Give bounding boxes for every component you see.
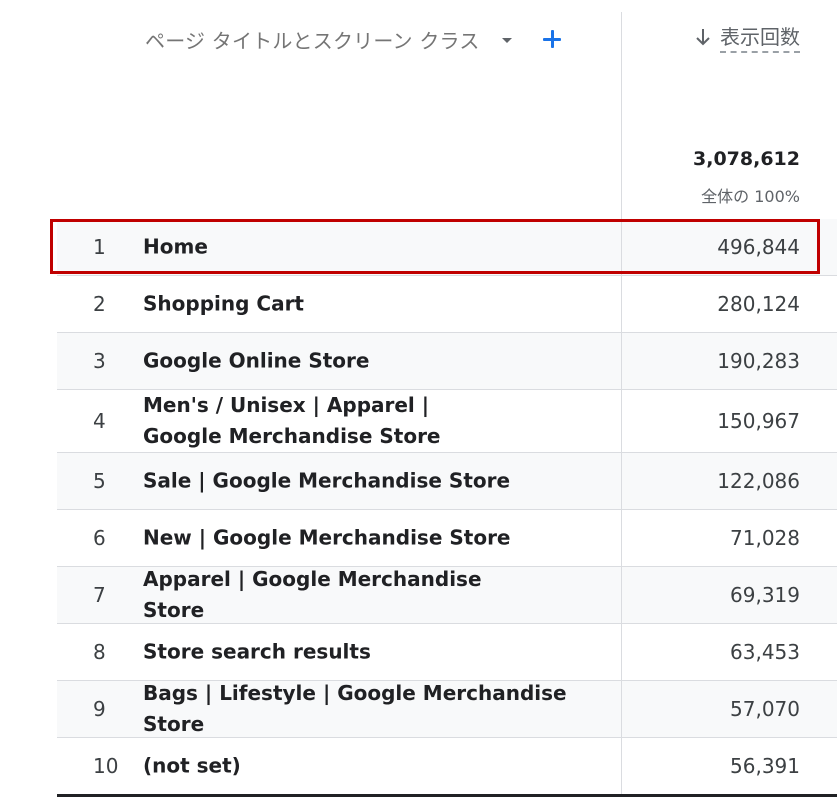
row-rank: 10 (93, 754, 119, 778)
table-header: ページ タイトルとスクリーン クラス 表示回数 3,078,612 全体の 10… (57, 0, 837, 219)
row-page-title[interactable]: (not set) (143, 751, 543, 782)
row-rank: 8 (93, 640, 106, 664)
row-page-title[interactable]: Shopping Cart (143, 289, 543, 320)
row-rank: 9 (93, 697, 106, 721)
row-page-title[interactable]: Store search results (143, 637, 543, 668)
row-views: 57,070 (730, 697, 800, 721)
total-percent: 全体の 100% (701, 187, 800, 206)
row-views: 122,086 (717, 469, 800, 493)
table-row[interactable]: 2 Shopping Cart 280,124 (57, 276, 837, 333)
table-bottom-border (57, 794, 837, 797)
column-divider (621, 12, 622, 797)
row-views: 190,283 (717, 349, 800, 373)
row-rank: 4 (93, 409, 106, 433)
table-body: 1 Home 496,844 2 Shopping Cart 280,124 3… (57, 219, 837, 794)
arrow-down-icon[interactable] (694, 27, 712, 47)
table-row[interactable]: 3 Google Online Store 190,283 (57, 333, 837, 390)
row-page-title[interactable]: New | Google Merchandise Store (143, 523, 543, 554)
dimension-header[interactable]: ページ タイトルとスクリーン クラス (145, 24, 562, 54)
table-row[interactable]: 1 Home 496,844 (57, 219, 837, 276)
row-views: 56,391 (730, 754, 800, 778)
row-views: 63,453 (730, 640, 800, 664)
metric-header-label[interactable]: 表示回数 (720, 21, 800, 53)
table-row[interactable]: 7 Apparel | Google Merchandise Store 69,… (57, 567, 837, 624)
table-row[interactable]: 5 Sale | Google Merchandise Store 122,08… (57, 453, 837, 510)
table-row[interactable]: 10 (not set) 56,391 (57, 738, 837, 794)
row-views: 71,028 (730, 526, 800, 550)
table-row[interactable]: 6 New | Google Merchandise Store 71,028 (57, 510, 837, 567)
row-page-title[interactable]: Home (143, 232, 543, 263)
plus-icon[interactable] (542, 29, 562, 49)
row-page-title[interactable]: Sale | Google Merchandise Store (143, 466, 543, 497)
table-row[interactable]: 4 Men's / Unisex | Apparel | Google Merc… (57, 390, 837, 453)
row-rank: 3 (93, 349, 106, 373)
row-views: 69,319 (730, 583, 800, 607)
dimension-header-label[interactable]: ページ タイトルとスクリーン クラス (145, 25, 480, 54)
row-rank: 6 (93, 526, 106, 550)
total-value: 3,078,612 (693, 148, 800, 170)
row-rank: 2 (93, 292, 106, 316)
row-page-title[interactable]: Apparel | Google Merchandise Store (143, 564, 543, 626)
row-views: 280,124 (717, 292, 800, 316)
table-row[interactable]: 8 Store search results 63,453 (57, 624, 837, 681)
report-table: ページ タイトルとスクリーン クラス 表示回数 3,078,612 全体の 10… (57, 0, 837, 804)
row-views: 150,967 (717, 409, 800, 433)
caret-down-icon[interactable] (501, 38, 512, 43)
row-rank: 7 (93, 583, 106, 607)
row-page-title[interactable]: Bags | Lifestyle | Google Merchandise St… (143, 678, 603, 740)
metric-header[interactable]: 表示回数 (694, 21, 800, 53)
row-rank: 5 (93, 469, 106, 493)
table-row[interactable]: 9 Bags | Lifestyle | Google Merchandise … (57, 681, 837, 738)
row-page-title[interactable]: Men's / Unisex | Apparel | Google Mercha… (143, 390, 503, 452)
row-rank: 1 (93, 235, 106, 259)
row-page-title[interactable]: Google Online Store (143, 346, 543, 377)
row-views: 496,844 (717, 235, 800, 259)
